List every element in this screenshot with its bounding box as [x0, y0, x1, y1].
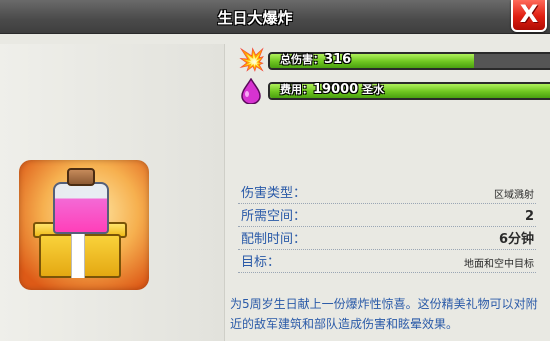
header-bar: 生日大爆炸 X	[0, 0, 550, 34]
damage-stat: 💥 总伤害：316	[238, 48, 550, 73]
targets-value: 地面和空中目标	[464, 259, 534, 270]
elixir-drop-icon	[238, 77, 264, 105]
info-row-housing-space: 所需空间： 2	[238, 207, 536, 227]
cost-stat: 费用：19000 圣水	[238, 77, 550, 105]
brew-time-label: 配制时间：	[241, 232, 307, 247]
item-preview-area	[0, 44, 225, 341]
damage-type-label: 伤害类型：	[241, 186, 307, 201]
info-row-brew-time: 配制时间： 6分钟	[238, 230, 536, 250]
cost-text: 费用：19000 圣水	[280, 81, 384, 97]
info-row-targets: 目标： 地面和空中目标	[238, 253, 536, 273]
bottle-cork	[67, 168, 95, 186]
gift-ribbon	[71, 234, 85, 278]
info-row-damage-type: 伤害类型： 区域溅射	[238, 184, 536, 204]
elixir-drop-svg	[241, 77, 261, 105]
close-button[interactable]: X	[511, 0, 547, 32]
cost-label: 费用：	[280, 83, 313, 96]
cost-unit: 圣水	[362, 83, 385, 96]
housing-space-value: 2	[524, 209, 534, 224]
birthday-boom-spell-icon	[19, 160, 149, 290]
spell-description: 为5周岁生日献上一份爆炸性惊喜。这份精美礼物可以对附近的敌军建筑和部队造成伤害和…	[230, 297, 538, 331]
explosion-icon: 💥	[238, 48, 266, 73]
damage-value: 316	[324, 52, 352, 67]
housing-space-label: 所需空间：	[241, 209, 307, 224]
cost-value: 19000	[313, 82, 359, 97]
potion-bottle	[53, 182, 109, 234]
damage-type-value: 区域溅射	[494, 190, 534, 201]
damage-label: 总伤害：	[280, 53, 324, 66]
damage-text: 总伤害：316	[280, 51, 351, 67]
page-title: 生日大爆炸	[217, 9, 293, 27]
targets-label: 目标：	[241, 255, 281, 270]
brew-time-value: 6分钟	[498, 232, 534, 247]
